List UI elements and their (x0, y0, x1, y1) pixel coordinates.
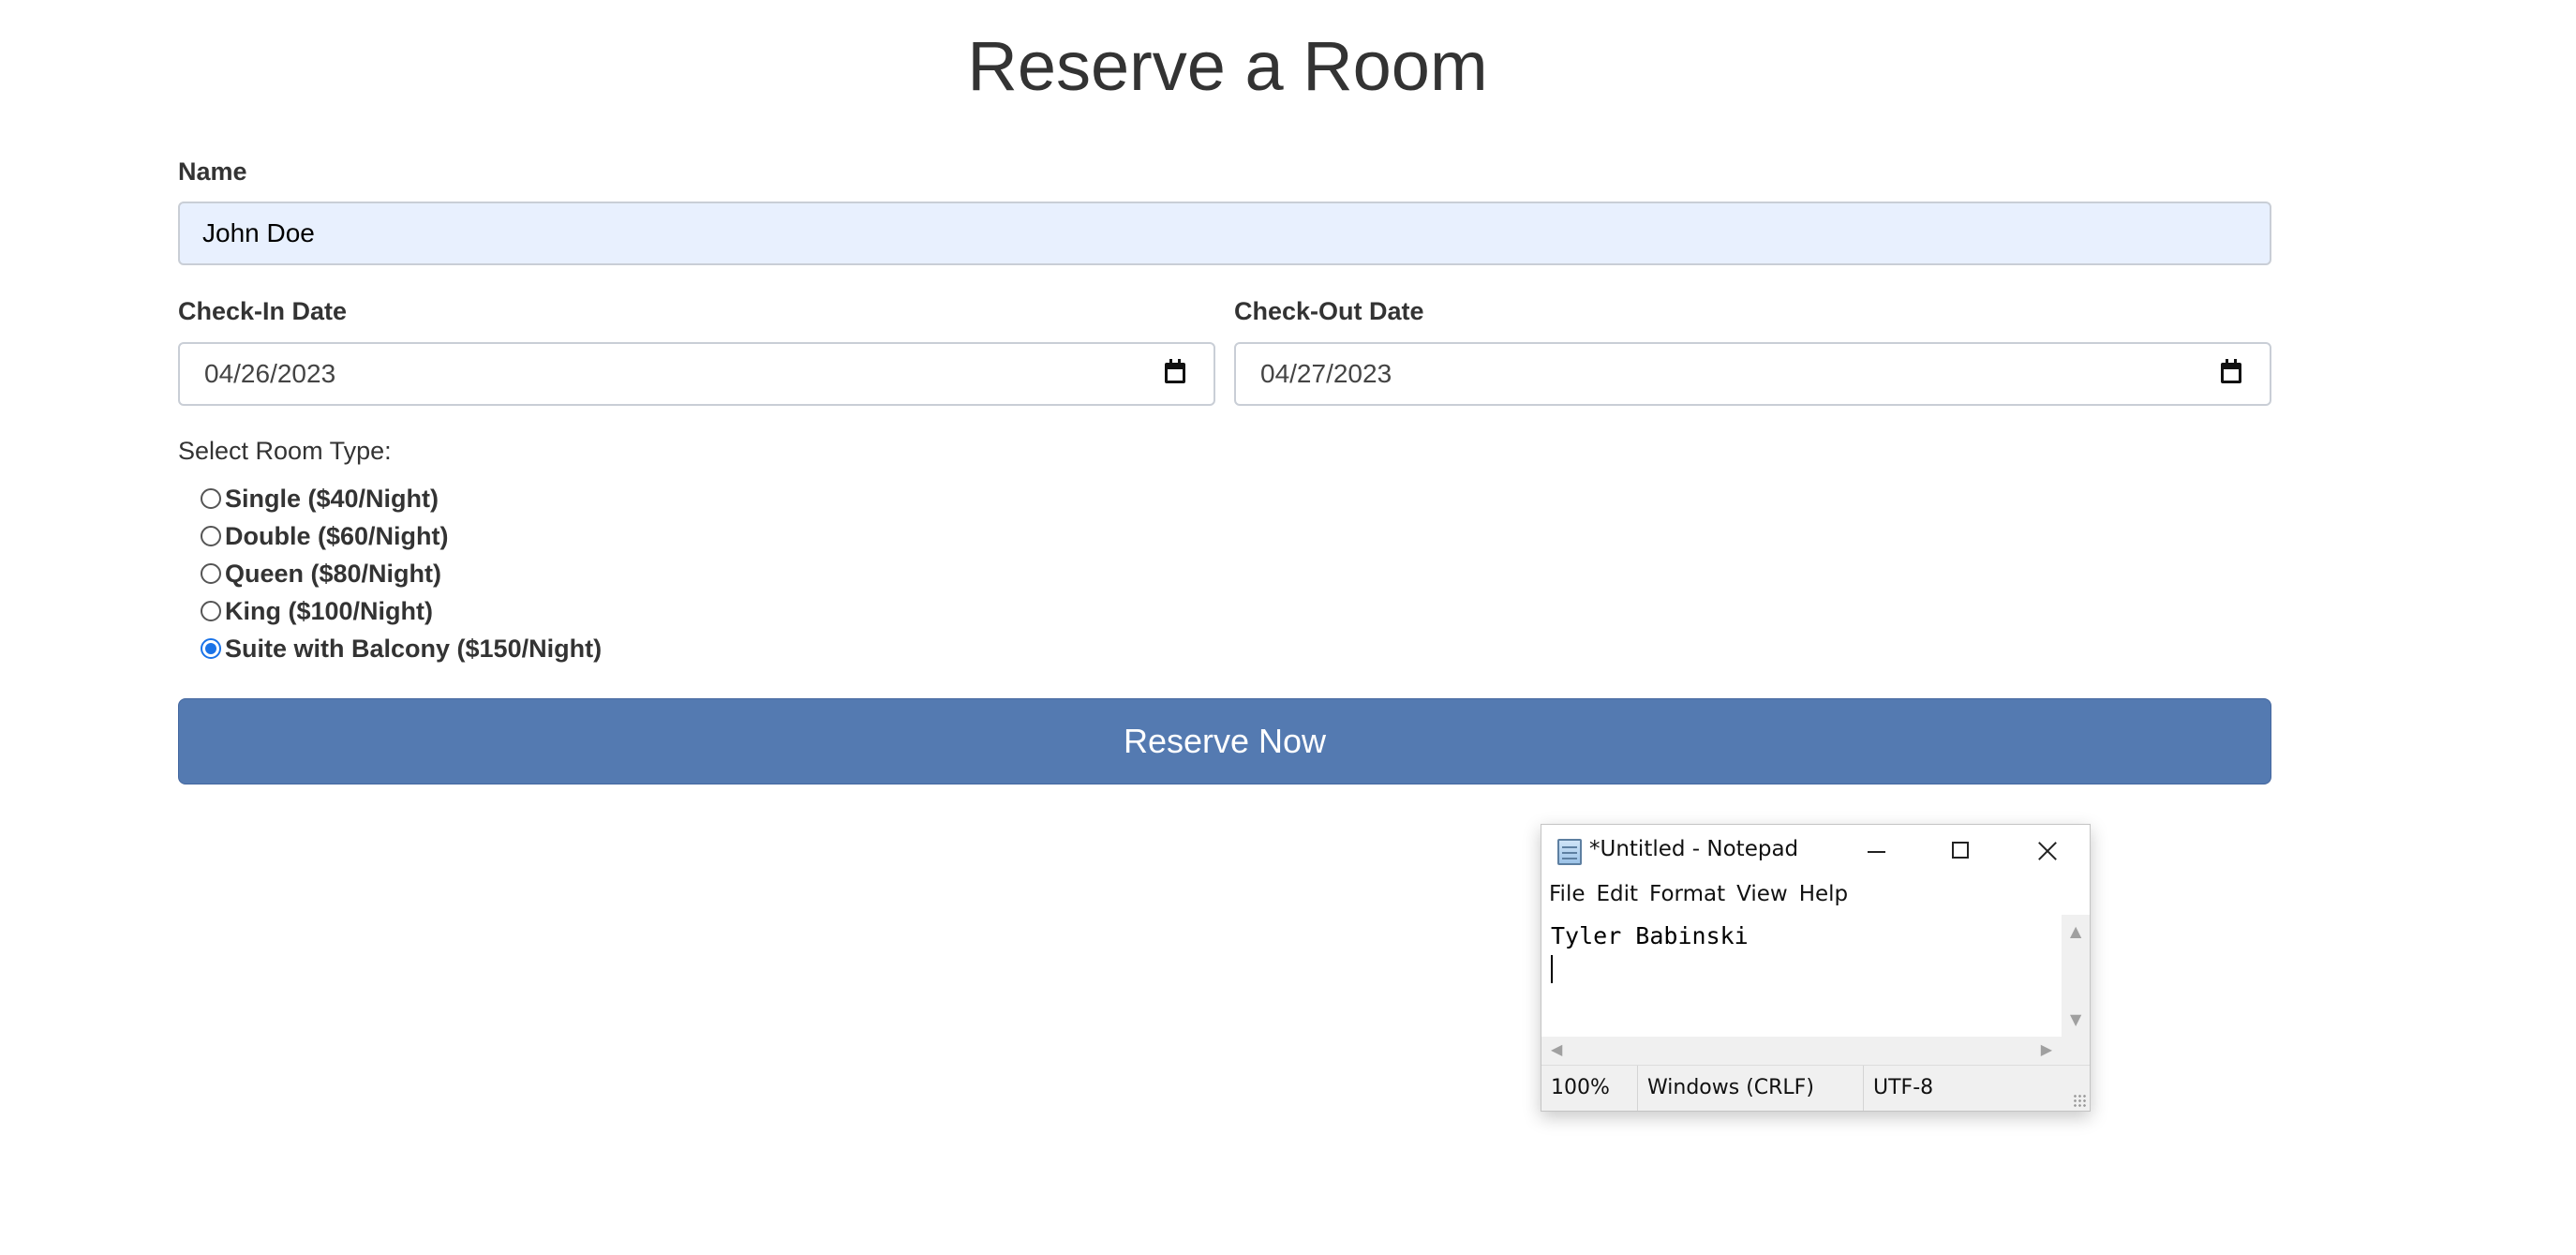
calendar-icon[interactable] (1165, 359, 1185, 383)
menu-format[interactable]: Format (1649, 882, 1733, 906)
room-type-options: Single ($40/Night) Double ($60/Night) Qu… (201, 480, 602, 667)
scroll-right-icon[interactable]: ▶ (2041, 1042, 2052, 1057)
check-out-date-input[interactable]: 04/27/2023 (1234, 342, 2271, 406)
radio-button[interactable] (201, 488, 221, 509)
room-option-label[interactable]: Suite with Balcony ($150/Night) (225, 635, 602, 664)
radio-button[interactable] (201, 526, 221, 546)
status-zoom: 100% (1541, 1066, 1638, 1111)
notepad-title: *Untitled - Notepad (1589, 837, 1799, 861)
horizontal-scrollbar[interactable]: ◀ ▶ (1541, 1037, 2062, 1065)
radio-button[interactable] (201, 563, 221, 584)
calendar-icon[interactable] (2221, 359, 2241, 383)
menu-edit[interactable]: Edit (1597, 882, 1646, 906)
name-input[interactable]: John Doe (178, 202, 2271, 265)
room-option-label[interactable]: Queen ($80/Night) (225, 560, 441, 589)
menu-file[interactable]: File (1549, 882, 1593, 906)
vertical-scrollbar[interactable]: ▲ ▼ (2062, 915, 2090, 1037)
page-title: Reserve a Room (967, 27, 1488, 105)
status-encoding: UTF-8 (1873, 1076, 1934, 1099)
notepad-window[interactable]: *Untitled - Notepad File Edit Format Vie… (1541, 824, 2091, 1112)
check-in-date-value: 04/26/2023 (204, 359, 336, 388)
maximize-icon[interactable] (1918, 825, 2003, 877)
scroll-up-icon[interactable]: ▲ (2070, 924, 2081, 939)
room-type-prompt: Select Room Type: (178, 437, 392, 465)
room-option-queen[interactable]: Queen ($80/Night) (201, 555, 602, 592)
room-option-king[interactable]: King ($100/Night) (201, 592, 602, 630)
close-icon[interactable] (2003, 825, 2088, 877)
notepad-app-icon (1557, 839, 1582, 865)
notepad-statusbar: 100% Windows (CRLF) UTF-8 (1541, 1065, 2090, 1111)
scrollbar-corner (2062, 1037, 2090, 1065)
text-caret (1551, 955, 1553, 983)
menu-help[interactable]: Help (1799, 882, 1855, 906)
radio-button[interactable] (201, 601, 221, 621)
room-option-double[interactable]: Double ($60/Night) (201, 517, 602, 555)
browser-page: Reserve a Room Name John Doe Check-In Da… (0, 0, 2576, 1255)
text-line: Tyler Babinski (1551, 922, 1749, 949)
check-in-date-input[interactable]: 04/26/2023 (178, 342, 1215, 406)
room-option-single[interactable]: Single ($40/Night) (201, 480, 602, 517)
room-option-suite[interactable]: Suite with Balcony ($150/Night) (201, 630, 602, 667)
check-out-label: Check-Out Date (1234, 297, 1424, 325)
check-out-date-value: 04/27/2023 (1260, 359, 1392, 388)
resize-grip-icon[interactable] (2073, 1094, 2086, 1107)
status-line-ending: Windows (CRLF) (1638, 1066, 1864, 1111)
minimize-icon[interactable] (1834, 825, 1918, 877)
name-label: Name (178, 157, 247, 186)
notepad-menubar: File Edit Format View Help (1541, 877, 2090, 911)
room-option-label[interactable]: Single ($40/Night) (225, 485, 439, 514)
notepad-titlebar[interactable]: *Untitled - Notepad (1541, 825, 2090, 877)
room-option-label[interactable]: Double ($60/Night) (225, 522, 449, 551)
reserve-now-button[interactable]: Reserve Now (178, 698, 2271, 784)
menu-view[interactable]: View (1736, 882, 1795, 906)
room-option-label[interactable]: King ($100/Night) (225, 597, 433, 626)
check-in-label: Check-In Date (178, 297, 348, 325)
notepad-text-area[interactable]: Tyler Babinski (1541, 915, 2062, 1037)
text-line-caret (1551, 952, 2052, 984)
scroll-left-icon[interactable]: ◀ (1551, 1042, 1562, 1057)
scroll-down-icon[interactable]: ▼ (2070, 1012, 2081, 1027)
radio-button[interactable] (201, 638, 221, 659)
